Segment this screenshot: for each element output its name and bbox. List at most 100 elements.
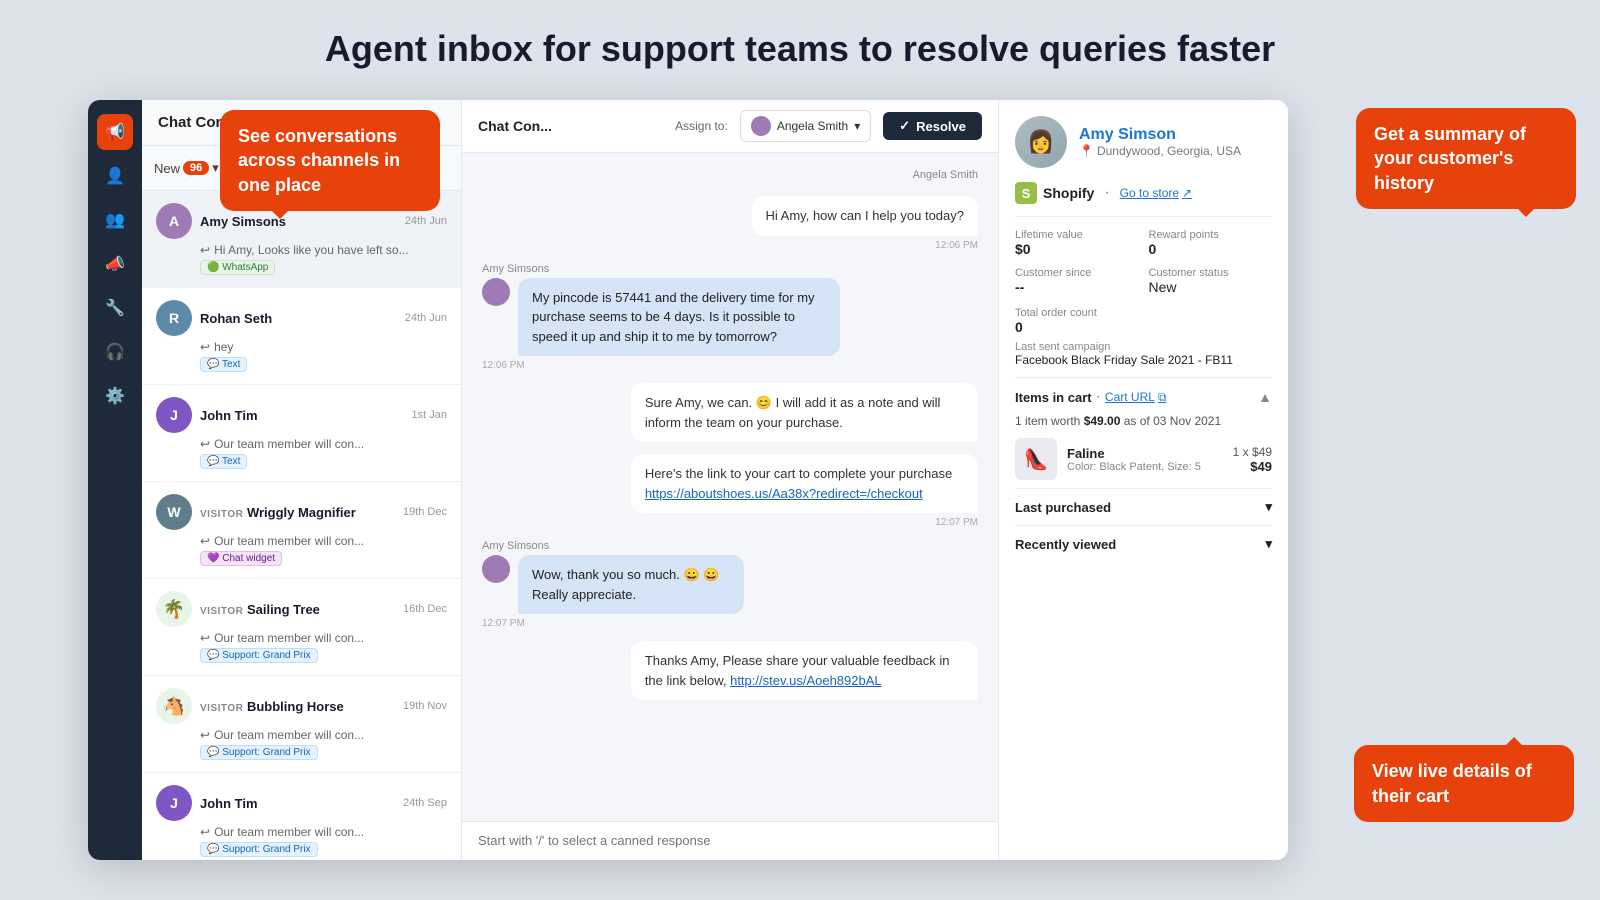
filter-dropdown[interactable]: New 96 ▾: [154, 160, 219, 176]
channel-badge: 🟢 WhatsApp: [200, 260, 275, 275]
cart-item-price: 1 x $49 $49: [1233, 445, 1272, 474]
chat-header: Chat Con... Assign to: Angela Smith ▾ ✓ …: [462, 100, 998, 153]
browser-window: 📢 👤 👥 📣 🔧 🎧 ⚙️ Chat Con... New 96 ▾ 📋 🏷 …: [88, 100, 1288, 860]
conv-item-name: VISITOR Sailing Tree: [200, 602, 395, 617]
msg-link-5[interactable]: http://stev.us/Aoeh892bAL: [730, 673, 882, 688]
msg-bubble-2: Sure Amy, we can. 😊 I will add it as a n…: [631, 383, 978, 442]
stat-lifetime-value: Lifetime value $0: [1015, 229, 1139, 257]
conv-item-channel: 💬 Text: [200, 454, 447, 469]
go-to-store-link[interactable]: Go to store ↗: [1120, 186, 1192, 200]
page-title: Agent inbox for support teams to resolve…: [0, 0, 1600, 88]
stat-reward-points: Reward points 0: [1149, 229, 1273, 257]
chat-input-area: [462, 821, 998, 860]
assignee-name: Angela Smith: [777, 119, 848, 133]
msg-with-avatar-4: Wow, thank you so much. 😀 😀 Really appre…: [482, 555, 841, 614]
conv-item-name: John Tim: [200, 408, 404, 423]
recently-viewed-chevron: ▾: [1265, 536, 1272, 552]
msg-time-3: 12:07 PM: [935, 517, 978, 528]
chat-header-title: Chat Con...: [478, 118, 552, 134]
conv-item-channel: 💜 Chat widget: [200, 551, 447, 566]
filter-badge: 96: [183, 161, 209, 175]
visitor-tag: VISITOR: [200, 509, 243, 520]
shopify-badge: Shopify: [1043, 185, 1094, 201]
last-purchased-chevron: ▾: [1265, 499, 1272, 515]
last-purchased-row[interactable]: Last purchased ▾: [1015, 488, 1272, 525]
sidebar-icon-megaphone[interactable]: 📢: [97, 114, 133, 150]
conversation-item-3[interactable]: W VISITOR Wriggly Magnifier 19th Dec ↩ O…: [142, 482, 461, 579]
stat-customer-status: Customer status New: [1149, 267, 1273, 295]
channel-badge: 💬 Support: Grand Prix: [200, 745, 318, 760]
msg-row-4: Amy SimsonsWow, thank you so much. 😀 😀 R…: [482, 540, 978, 629]
channel-badge: 💬 Text: [200, 357, 247, 372]
stats-grid: Lifetime value $0 Reward points 0 Custom…: [1015, 229, 1272, 295]
sidebar-icon-profile[interactable]: 👤: [97, 158, 133, 194]
conv-item-channel: 💬 Support: Grand Prix: [200, 648, 447, 663]
conv-items-container: A Amy Simsons 24th Jun ↩ Hi Amy, Looks l…: [142, 191, 461, 860]
conv-item-date: 19th Dec: [403, 506, 447, 518]
conv-item-name: Rohan Seth: [200, 311, 397, 326]
cart-item-image: 👠: [1015, 438, 1057, 480]
sidebar-icon-support[interactable]: 🎧: [97, 334, 133, 370]
cart-item: 👠 Faline Color: Black Patent, Size: 5 1 …: [1015, 438, 1272, 480]
customer-profile: 👩 Amy Simson 📍 Dundywood, Georgia, USA: [1015, 116, 1272, 168]
msg-bubble-5: Thanks Amy, Please share your valuable f…: [631, 641, 978, 700]
msg-bubble-3: Here's the link to your cart to complete…: [631, 454, 978, 513]
conversation-item-2[interactable]: J John Tim 1st Jan ↩ Our team member wil…: [142, 385, 461, 482]
conversation-item-5[interactable]: 🐴 VISITOR Bubbling Horse 19th Nov ↩ Our …: [142, 676, 461, 773]
cart-collapse-icon[interactable]: ▲: [1258, 389, 1272, 405]
msg-with-avatar-1: My pincode is 57441 and the delivery tim…: [482, 278, 978, 357]
stat-last-campaign: Last sent campaign Facebook Black Friday…: [1015, 341, 1272, 367]
conv-item-name: Amy Simsons: [200, 214, 397, 229]
msg-bubble-4: Wow, thank you so much. 😀 😀 Really appre…: [518, 555, 744, 614]
conversation-item-1[interactable]: R Rohan Seth 24th Jun ↩ hey 💬 Text: [142, 288, 461, 385]
shopify-icon: S: [1015, 182, 1037, 204]
conv-item-preview: ↩ Our team member will con...: [200, 825, 447, 839]
assign-label: Assign to:: [675, 119, 728, 133]
stat-customer-since: Customer since --: [1015, 267, 1139, 295]
conv-item-header: 🐴 VISITOR Bubbling Horse 19th Nov: [156, 688, 447, 724]
visitor-tag: VISITOR: [200, 703, 243, 714]
channel-badge: 💬 Support: Grand Prix: [200, 842, 318, 857]
msg-link-3[interactable]: https://aboutshoes.us/Aa38x?redirect=/ch…: [645, 486, 923, 501]
sidebar-icon-contacts[interactable]: 👥: [97, 202, 133, 238]
cart-url-link[interactable]: Cart URL ⧉: [1105, 390, 1167, 405]
visitor-tag: VISITOR: [200, 606, 243, 617]
conv-item-channel: 💬 Support: Grand Prix: [200, 842, 447, 857]
callout-conversations: See conversations across channels in one…: [220, 110, 440, 211]
msg-time-4: 12:07 PM: [482, 618, 525, 629]
assignee-dropdown[interactable]: Angela Smith ▾: [740, 110, 871, 142]
conv-item-channel: 💬 Support: Grand Prix: [200, 745, 447, 760]
recently-viewed-row[interactable]: Recently viewed ▾: [1015, 525, 1272, 562]
cart-item-meta: Color: Black Patent, Size: 5: [1067, 461, 1223, 473]
msg-row-1: Amy SimsonsMy pincode is 57441 and the d…: [482, 263, 978, 372]
conv-item-channel: 🟢 WhatsApp: [200, 260, 447, 275]
conv-item-date: 1st Jan: [412, 409, 447, 421]
cart-section-title: Items in cart: [1015, 390, 1092, 405]
conv-item-name: VISITOR Bubbling Horse: [200, 699, 395, 714]
sidebar-icon-automation[interactable]: 🔧: [97, 290, 133, 326]
conv-item-date: 19th Nov: [403, 700, 447, 712]
conv-item-date: 16th Dec: [403, 603, 447, 615]
conversation-item-6[interactable]: J John Tim 24th Sep ↩ Our team member wi…: [142, 773, 461, 860]
sidebar: 📢 👤 👥 📣 🔧 🎧 ⚙️: [88, 100, 142, 860]
cart-info: 1 item worth $49.00 as of 03 Nov 2021: [1015, 414, 1272, 428]
conv-item-name: VISITOR Wriggly Magnifier: [200, 505, 395, 520]
conversation-item-4[interactable]: 🌴 VISITOR Sailing Tree 16th Dec ↩ Our te…: [142, 579, 461, 676]
conv-item-preview: ↩ hey: [200, 340, 447, 354]
msg-bubble-0: Hi Amy, how can I help you today?: [752, 196, 978, 236]
shopify-section: S Shopify · Go to store ↗: [1015, 182, 1272, 217]
channel-badge: 💬 Text: [200, 454, 247, 469]
resolve-button[interactable]: ✓ Resolve: [883, 112, 982, 140]
conversation-list: Chat Con... New 96 ▾ 📋 🏷 ⚙ A Amy Simsons…: [142, 100, 462, 860]
section-divider-1: [1015, 377, 1272, 378]
msg-row-5: Thanks Amy, Please share your valuable f…: [482, 641, 978, 700]
msg-row-0: Hi Amy, how can I help you today?12:06 P…: [482, 196, 978, 251]
chat-input[interactable]: [478, 833, 982, 848]
customer-name: Amy Simson: [1079, 126, 1241, 144]
conv-item-preview: ↩ Our team member will con...: [200, 534, 447, 548]
cart-item-name: Faline: [1067, 446, 1223, 461]
channel-badge: 💬 Support: Grand Prix: [200, 648, 318, 663]
sidebar-icon-campaigns[interactable]: 📣: [97, 246, 133, 282]
sidebar-icon-settings[interactable]: ⚙️: [97, 378, 133, 414]
msg-avatar-1: [482, 278, 510, 306]
